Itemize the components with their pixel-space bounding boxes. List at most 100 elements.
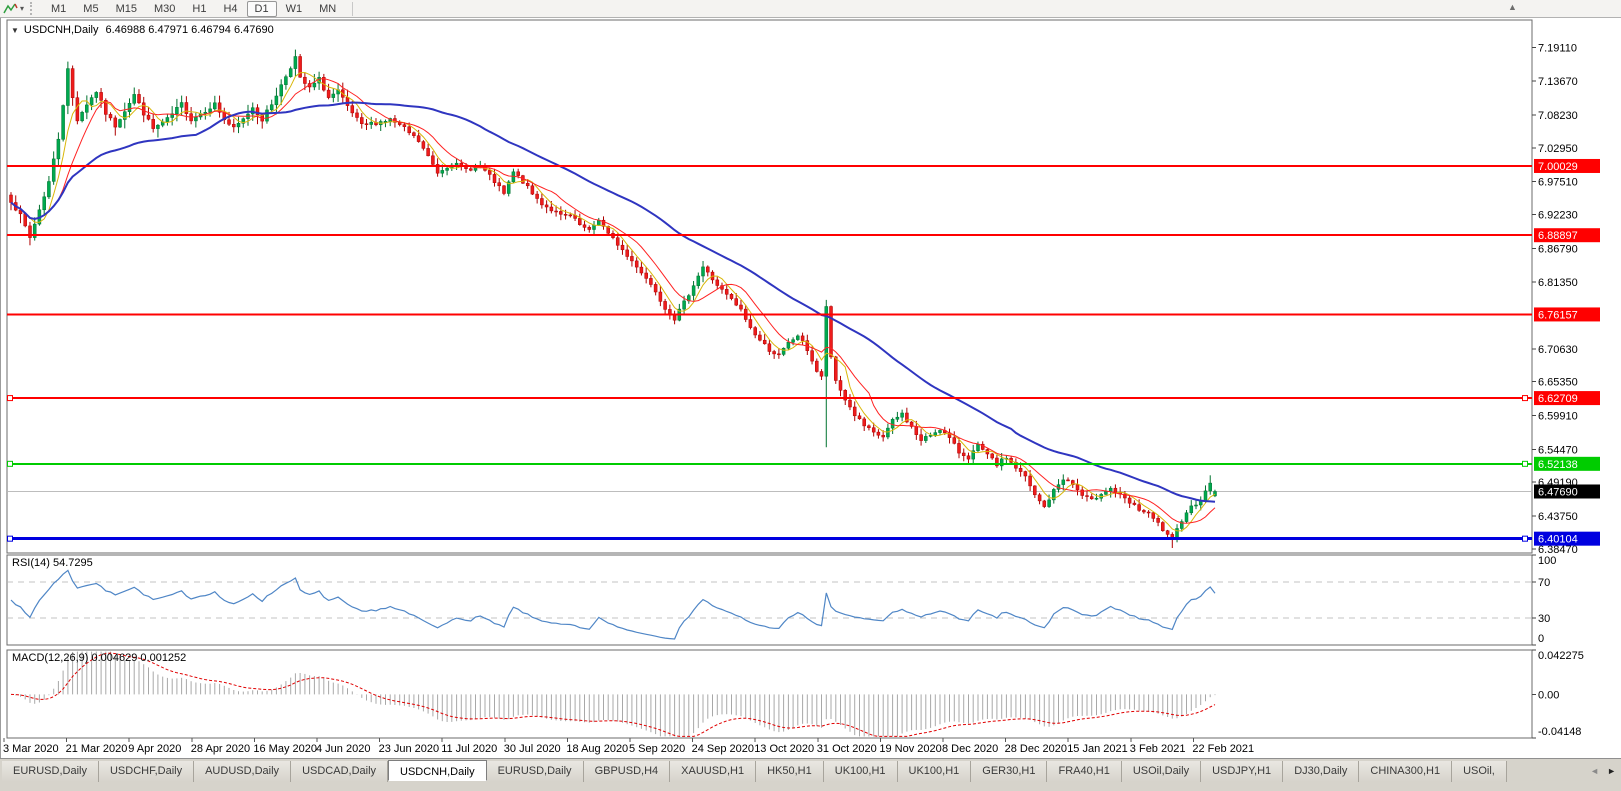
chart-line-glyph	[3, 3, 18, 13]
svg-text:16 May 2020: 16 May 2020	[253, 743, 317, 755]
level-handle[interactable]	[1522, 395, 1528, 402]
svg-text:6.70630: 6.70630	[1538, 344, 1578, 356]
svg-text:6.59910: 6.59910	[1538, 410, 1578, 422]
timeframe-mn[interactable]: MN	[311, 1, 344, 17]
svg-text:6.88897: 6.88897	[1538, 230, 1578, 242]
svg-text:6.40104: 6.40104	[1538, 534, 1578, 546]
svg-text:23 Jun 2020: 23 Jun 2020	[379, 743, 440, 755]
svg-text:9 Apr 2020: 9 Apr 2020	[128, 743, 181, 755]
chart-tab-fra40-h1-12[interactable]: FRA40,H1	[1047, 761, 1122, 782]
svg-text:18 Aug 2020: 18 Aug 2020	[566, 743, 628, 755]
svg-text:15 Jan 2021: 15 Jan 2021	[1067, 743, 1128, 755]
svg-text:3 Mar 2020: 3 Mar 2020	[3, 743, 59, 755]
svg-text:7.19110: 7.19110	[1538, 42, 1577, 54]
trading-terminal: ▾ M1 M5 M15 M30 H1 H4 D1 W1 MN ▲ 7.19110 7.13670 7…	[0, 0, 1621, 791]
ohlc-values: 6.46988 6.47971 6.46794 6.47690	[105, 24, 274, 36]
main-pane[interactable]	[6, 19, 1533, 554]
price-axis: 7.19110 7.13670 7.08230 7.02950 6.97510 6.922…	[1532, 42, 1600, 739]
rsi-pane[interactable]	[6, 554, 1533, 646]
timeframe-h1[interactable]: H1	[184, 1, 214, 17]
chart-tab-eurusd-daily-0[interactable]: EURUSD,Daily	[2, 761, 99, 782]
chart-tab-ger30-h1-11[interactable]: GER30,H1	[971, 761, 1048, 782]
chart-tab-gbpusd-h4-6[interactable]: GBPUSD,H4	[583, 761, 671, 782]
timeframe-m1[interactable]: M1	[43, 1, 74, 17]
svg-text:28 Apr 2020: 28 Apr 2020	[191, 743, 250, 755]
svg-text:100: 100	[1538, 555, 1556, 567]
svg-text:19 Nov 2020: 19 Nov 2020	[879, 743, 941, 755]
svg-text:8 Dec 2020: 8 Dec 2020	[942, 743, 998, 755]
svg-text:0: 0	[1538, 633, 1544, 645]
timeframe-w1[interactable]: W1	[278, 1, 311, 17]
svg-text:7.02950: 7.02950	[1538, 143, 1578, 155]
timeframe-toolbar: ▾ M1 M5 M15 M30 H1 H4 D1 W1 MN ▲	[0, 0, 1621, 18]
date-axis: 3 Mar 2020 21 Mar 2020 9 Apr 2020 28 Apr 20…	[3, 738, 1254, 755]
svg-text:24 Sep 2020: 24 Sep 2020	[692, 743, 754, 755]
collapse-icon[interactable]: ▼	[11, 26, 19, 35]
svg-text:6.86790: 6.86790	[1538, 243, 1578, 255]
timeframe-h4[interactable]: H4	[215, 1, 245, 17]
chart-tab-eurusd-daily-5[interactable]: EURUSD,Daily	[486, 761, 584, 782]
chart-tab-uk100-h1-10[interactable]: UK100,H1	[897, 761, 972, 782]
level-handle[interactable]	[7, 460, 13, 467]
timeframe-m15[interactable]: M15	[108, 1, 145, 17]
chart-tab-uk100-h1-9[interactable]: UK100,H1	[823, 761, 898, 782]
svg-text:30 Jul 2020: 30 Jul 2020	[504, 743, 561, 755]
timeframe-m30[interactable]: M30	[146, 1, 183, 17]
timeframe-d1[interactable]: D1	[246, 0, 277, 17]
timeframe-buttons: M1 M5 M15 M30 H1 H4 D1 W1 MN	[43, 0, 344, 17]
toolbar-divider	[352, 1, 354, 16]
svg-text:6.62709: 6.62709	[1538, 393, 1578, 405]
level-handle[interactable]	[1522, 460, 1528, 467]
svg-text:6.65350: 6.65350	[1538, 377, 1578, 389]
svg-text:3 Feb 2021: 3 Feb 2021	[1130, 743, 1186, 755]
svg-text:7.00029: 7.00029	[1538, 161, 1578, 173]
chart-region[interactable]: 7.19110 7.13670 7.08230 7.02950 6.97510 6.922…	[0, 18, 1621, 758]
chart-tab-usdcnh-daily-4[interactable]: USDCNH,Daily	[388, 760, 487, 781]
chart-tab-china300-h1-16[interactable]: CHINA300,H1	[1359, 761, 1453, 782]
toolbar-grip	[30, 2, 36, 15]
tabs-scroll-right-icon[interactable]: ►	[1607, 766, 1616, 776]
level-handle[interactable]	[1522, 535, 1528, 542]
svg-text:11 Jul 2020: 11 Jul 2020	[441, 743, 497, 755]
indicator-dropdown-caret-icon[interactable]: ▾	[20, 4, 24, 13]
timeframe-m5[interactable]: M5	[75, 1, 106, 17]
svg-text:28 Dec 2020: 28 Dec 2020	[1005, 743, 1067, 755]
svg-text:0.042275: 0.042275	[1538, 650, 1584, 662]
chart-tab-usdchf-daily-1[interactable]: USDCHF,Daily	[98, 761, 195, 782]
chart-tab-audusd-daily-2[interactable]: AUDUSD,Daily	[194, 761, 292, 782]
indicators-icon[interactable]	[2, 1, 20, 17]
tabs-scroll-left-icon[interactable]: ◄	[1590, 766, 1599, 776]
svg-text:6.81350: 6.81350	[1538, 277, 1578, 289]
svg-text:6.92230: 6.92230	[1538, 209, 1578, 221]
chart-title: ▼ USDCNH,Daily 6.46988 6.47971 6.46794 6.4…	[11, 24, 274, 36]
svg-text:-0.04148: -0.04148	[1538, 726, 1581, 738]
chart-tab-hk50-h1-8[interactable]: HK50,H1	[756, 761, 824, 782]
svg-text:7.08230: 7.08230	[1538, 110, 1578, 122]
chart-tab-dj30-daily-15[interactable]: DJ30,Daily	[1283, 761, 1360, 782]
chart-tab-usdjpy-h1-14[interactable]: USDJPY,H1	[1201, 761, 1284, 782]
svg-text:6.97510: 6.97510	[1538, 177, 1578, 189]
svg-text:21 Mar 2020: 21 Mar 2020	[66, 743, 128, 755]
svg-text:6.52138: 6.52138	[1538, 459, 1578, 471]
svg-text:6.76157: 6.76157	[1538, 309, 1578, 321]
price-chart[interactable]: 7.19110 7.13670 7.08230 7.02950 6.97510 6.922…	[1, 18, 1621, 758]
macd-indicator-label: MACD(12,26,9) 0.004629 0.001252	[12, 652, 187, 664]
rsi-indicator-label: RSI(14) 54.7295	[12, 557, 93, 569]
chart-tab-usoil-daily-13[interactable]: USOil,Daily	[1121, 761, 1202, 782]
svg-text:13 Oct 2020: 13 Oct 2020	[754, 743, 814, 755]
symbol-period-label: USDCNH,Daily	[23, 24, 99, 36]
chart-tabs: EURUSD,Daily USDCHF,Daily AUDUSD,Daily USDC…	[2, 760, 1621, 782]
chart-tab-xauusd-h1-7[interactable]: XAUUSD,H1	[670, 761, 757, 782]
chart-tab-usdcad-daily-3[interactable]: USDCAD,Daily	[291, 761, 389, 782]
scroll-up-icon[interactable]: ▲	[1508, 2, 1517, 12]
svg-text:5 Sep 2020: 5 Sep 2020	[629, 743, 685, 755]
svg-text:6.54470: 6.54470	[1538, 444, 1578, 456]
chart-tab-usoil--17[interactable]: USOil,	[1452, 761, 1507, 782]
level-handle[interactable]	[7, 395, 13, 402]
svg-text:30: 30	[1538, 613, 1550, 625]
tab-scroll-arrows: ◄ ►	[1590, 766, 1616, 776]
svg-text:7.13670: 7.13670	[1538, 76, 1578, 88]
svg-text:0.00: 0.00	[1538, 689, 1559, 701]
chart-tab-bar: EURUSD,Daily USDCHF,Daily AUDUSD,Daily USDC…	[0, 758, 1621, 791]
level-handle[interactable]	[7, 535, 13, 542]
